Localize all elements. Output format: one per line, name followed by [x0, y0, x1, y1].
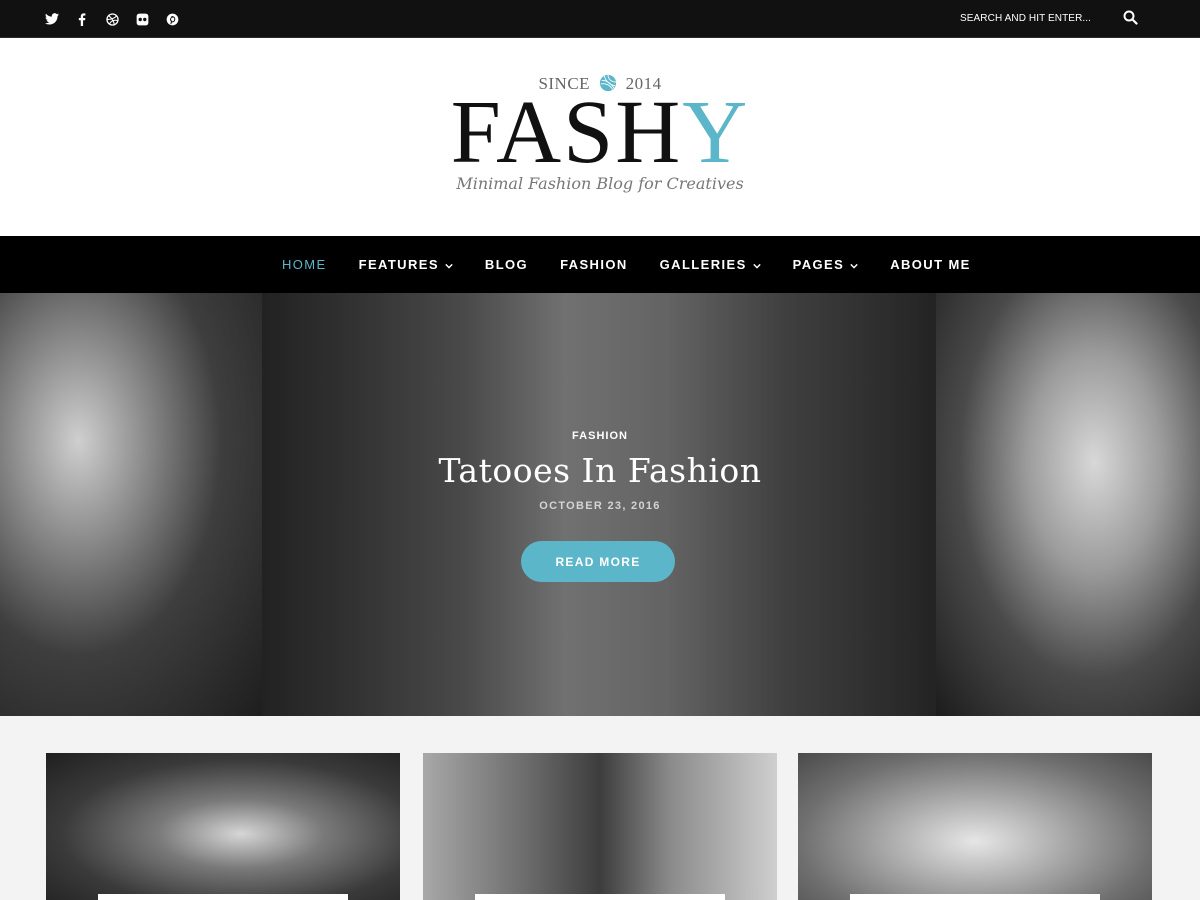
nav-item-label: FEATURES	[358, 257, 439, 272]
card-caption-box	[850, 894, 1100, 900]
logo-accent: Y	[682, 83, 750, 182]
post-card-image[interactable]	[423, 753, 777, 900]
card-caption-box	[475, 894, 725, 900]
search-icon[interactable]	[1123, 10, 1138, 30]
nav-item-label: PAGES	[792, 257, 845, 272]
hero-slider[interactable]: FASHION Tatooes In Fashion OCTOBER 23, 2…	[0, 293, 1200, 716]
pinterest-icon[interactable]	[164, 10, 180, 28]
nav-item-home[interactable]: HOME	[282, 257, 327, 272]
nav-item-label: GALLERIES	[659, 257, 747, 272]
facebook-icon[interactable]	[74, 10, 90, 28]
site-logo[interactable]: FASHY	[0, 88, 1200, 178]
flickr-icon[interactable]	[134, 10, 150, 28]
nav-item-features[interactable]: FEATURES	[359, 257, 453, 272]
post-grid	[0, 716, 1200, 900]
nav-item-label: FASHION	[560, 257, 628, 272]
nav-item-blog[interactable]: BLOG	[485, 257, 528, 272]
nav-item-label: ABOUT ME	[890, 257, 971, 272]
nav-item-label: HOME	[282, 257, 327, 272]
top-bar: SEARCH AND HIT ENTER...	[0, 0, 1200, 38]
post-card-image[interactable]	[46, 753, 400, 900]
nav-item-about-me[interactable]: ABOUT ME	[890, 257, 971, 272]
main-nav: HOME FEATURES BLOG FASHION GALLERIES PAG…	[0, 236, 1200, 293]
dribbble-icon[interactable]	[104, 10, 120, 28]
site-header: SINCE 2014 FASHY Minimal Fashion Blog fo…	[0, 38, 1200, 236]
chevron-down-icon	[445, 257, 453, 272]
nav-item-pages[interactable]: PAGES	[793, 257, 859, 272]
site-tagline: Minimal Fashion Blog for Creatives	[456, 174, 744, 193]
search-input[interactable]: SEARCH AND HIT ENTER...	[960, 13, 1091, 24]
twitter-icon[interactable]	[44, 10, 60, 28]
nav-item-label: BLOG	[484, 257, 529, 272]
chevron-down-icon	[752, 257, 761, 272]
nav-item-galleries[interactable]: GALLERIES	[660, 257, 761, 272]
slide-category[interactable]: FASHION	[0, 430, 1200, 442]
chevron-down-icon	[850, 257, 858, 272]
logo-main: FASH	[450, 83, 683, 182]
social-links	[44, 10, 180, 28]
slide-title[interactable]: Tatooes In Fashion	[0, 451, 1200, 490]
post-card-image[interactable]	[798, 753, 1152, 900]
nav-item-fashion[interactable]: FASHION	[560, 257, 628, 272]
slide-date: OCTOBER 23, 2016	[539, 500, 661, 512]
card-caption-box	[98, 894, 348, 900]
read-more-button[interactable]: READ MORE	[521, 541, 675, 582]
